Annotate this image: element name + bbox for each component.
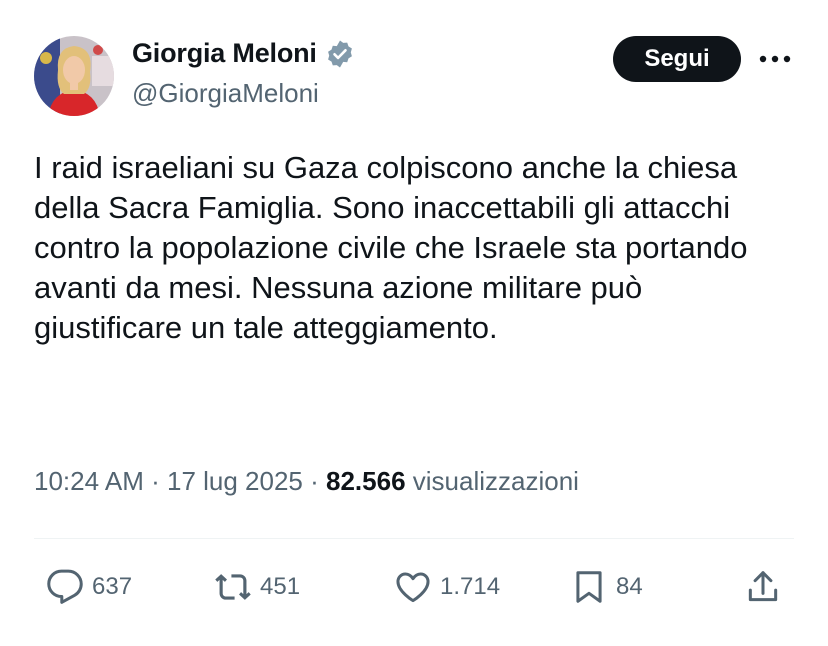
views-count: 82.566: [326, 466, 406, 496]
reply-count: 637: [92, 573, 133, 600]
follow-button[interactable]: Segui: [613, 36, 741, 82]
tweet-meta: 10:24 AM · 17 lug 2025 · 82.566 visualiz…: [34, 466, 579, 497]
retweet-count: 451: [260, 573, 301, 600]
author-handle[interactable]: @GiorgiaMeloni: [132, 78, 319, 109]
bookmark-icon: [570, 568, 608, 606]
meta-separator: ·: [151, 466, 167, 496]
author-name-row: Giorgia Meloni: [132, 38, 355, 69]
avatar-image: [34, 36, 114, 116]
action-bar: 637 451 1.714 84: [0, 560, 828, 616]
tweet-text: I raid israeliani su Gaza colpiscono anc…: [34, 150, 748, 345]
retweet-button[interactable]: 451: [214, 568, 300, 606]
views-label: visualizzazioni: [412, 466, 579, 496]
verified-badge-icon: [325, 39, 355, 69]
share-icon: [744, 568, 782, 606]
tweet-time[interactable]: 10:24 AM: [34, 466, 144, 496]
meta-separator: ·: [310, 466, 327, 496]
like-button[interactable]: 1.714: [394, 568, 500, 606]
avatar[interactable]: [34, 36, 114, 116]
like-count: 1.714: [440, 573, 501, 600]
reply-icon: [46, 568, 84, 606]
retweet-icon: [214, 568, 252, 606]
tweet-date[interactable]: 17 lug 2025: [167, 466, 303, 496]
bookmark-button[interactable]: 84: [570, 568, 643, 606]
heart-icon: [394, 568, 432, 606]
author-display-name[interactable]: Giorgia Meloni: [132, 38, 317, 69]
share-button[interactable]: [744, 568, 782, 606]
reply-button[interactable]: 637: [46, 568, 132, 606]
divider: [34, 538, 794, 539]
bookmark-count: 84: [616, 573, 643, 600]
more-options-icon[interactable]: [758, 44, 792, 74]
